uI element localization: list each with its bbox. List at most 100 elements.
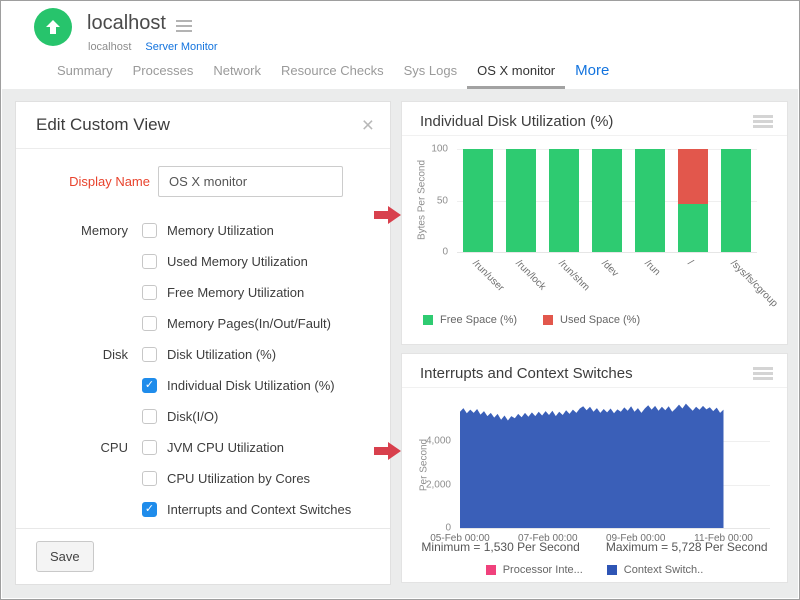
metric-label: Disk(I/O) — [167, 409, 218, 424]
unchecked-checkbox[interactable] — [142, 347, 157, 362]
card-header: Interrupts and Context Switches — [402, 354, 787, 388]
stacked-bar[interactable] — [592, 149, 622, 252]
y-tick-label: 4,000 — [426, 436, 451, 447]
legend-label: Context Switch.. — [624, 564, 703, 576]
legend-label: Processor Inte... — [503, 564, 583, 576]
y-tick-label: 2,000 — [426, 479, 451, 490]
metric-row: Used Memory Utilization — [16, 252, 390, 270]
metric-row: Disk(I/O) — [16, 407, 390, 425]
monitor-status-avatar — [34, 8, 72, 46]
tab-network[interactable]: Network — [203, 59, 271, 86]
chart-menu-icon[interactable] — [753, 115, 773, 128]
panel-title: Edit Custom View — [36, 115, 170, 135]
area-series — [460, 402, 770, 528]
more-link[interactable]: More — [565, 59, 615, 87]
disk-utilization-card: Individual Disk Utilization (%) Bytes Pe… — [401, 101, 788, 345]
stacked-bar[interactable] — [549, 149, 579, 252]
save-button[interactable]: Save — [36, 541, 94, 572]
metric-label: Free Memory Utilization — [167, 285, 304, 300]
legend-item[interactable]: Used Space (%) — [543, 314, 640, 326]
group-label: CPU — [16, 440, 128, 455]
metric-label: JVM CPU Utilization — [167, 440, 284, 455]
metric-label: Disk Utilization (%) — [167, 347, 276, 362]
title-menu-icon[interactable] — [176, 20, 192, 32]
breadcrumb: localhostServer Monitor — [88, 41, 218, 53]
metric-row: Disk Disk Utilization (%) — [16, 345, 390, 363]
card-header: Individual Disk Utilization (%) — [402, 102, 787, 136]
unchecked-checkbox[interactable] — [142, 471, 157, 486]
x-tick-label: /run/lock — [514, 258, 549, 293]
metric-label: Used Memory Utilization — [167, 254, 308, 269]
free-space-segment — [721, 149, 751, 252]
tab-processes[interactable]: Processes — [123, 59, 204, 86]
tab-os-x-monitor[interactable]: OS X monitor — [467, 59, 565, 89]
legend-swatch — [543, 315, 553, 325]
display-name-input[interactable] — [158, 166, 343, 197]
free-space-segment — [506, 149, 536, 252]
maximum-value-text: Maximum = 5,728 Per Second — [606, 540, 768, 554]
legend-label: Free Space (%) — [440, 314, 517, 326]
legend-swatch — [423, 315, 433, 325]
legend-swatch — [607, 565, 617, 575]
unchecked-checkbox[interactable] — [142, 316, 157, 331]
x-tick-label: /run/shm — [556, 258, 591, 293]
free-space-segment — [635, 149, 665, 252]
chart-stats: Minimum = 1,530 Per Second Maximum = 5,7… — [402, 540, 787, 554]
metric-label: Interrupts and Context Switches — [167, 502, 351, 517]
panel-header: Edit Custom View × — [16, 102, 390, 149]
area-chart-plot: 02,0004,00005-Feb 00:0007-Feb 00:0009-Fe… — [460, 402, 770, 528]
metric-row: CPU Utilization by Cores — [16, 469, 390, 487]
metric-checkbox-list: MemoryMemory UtilizationUsed Memory Util… — [16, 221, 390, 518]
tab-summary[interactable]: Summary — [47, 59, 123, 86]
free-space-segment — [592, 149, 622, 252]
unchecked-checkbox[interactable] — [142, 223, 157, 238]
page-title: localhost — [87, 12, 166, 35]
unchecked-checkbox[interactable] — [142, 440, 157, 455]
breadcrumb-server-monitor-link[interactable]: Server Monitor — [145, 41, 217, 53]
metric-row: Memory Pages(In/Out/Fault) — [16, 314, 390, 332]
stacked-bar[interactable] — [506, 149, 536, 252]
stacked-bar[interactable] — [463, 149, 493, 252]
checked-checkbox[interactable] — [142, 378, 157, 393]
used-space-segment — [678, 149, 708, 204]
tab-sys-logs[interactable]: Sys Logs — [394, 59, 467, 86]
legend-item[interactable]: Free Space (%) — [423, 314, 517, 326]
y-tick-label: 100 — [431, 144, 448, 155]
metric-row: Individual Disk Utilization (%) — [16, 376, 390, 394]
unchecked-checkbox[interactable] — [142, 254, 157, 269]
legend-item[interactable]: Processor Inte... — [486, 564, 583, 576]
x-tick-label: / — [685, 258, 695, 268]
x-axis-line — [457, 252, 757, 253]
tab-resource-checks[interactable]: Resource Checks — [271, 59, 394, 86]
bar-chart-plot: 050100/run/user/run/lock/run/shm/dev/run… — [457, 149, 757, 252]
chart-legend: Processor Inte... Context Switch.. — [402, 564, 787, 576]
legend-swatch — [486, 565, 496, 575]
legend-label: Used Space (%) — [560, 314, 640, 326]
content-area: Edit Custom View × Display Name MemoryMe… — [2, 89, 798, 598]
display-name-row: Display Name — [16, 166, 390, 197]
panel-footer: Save — [16, 528, 390, 584]
chart-menu-icon[interactable] — [753, 367, 773, 380]
x-axis-line — [460, 528, 770, 529]
close-icon[interactable]: × — [362, 115, 374, 136]
metric-row: Free Memory Utilization — [16, 283, 390, 301]
legend-item[interactable]: Context Switch.. — [607, 564, 703, 576]
group-label: Disk — [16, 347, 128, 362]
unchecked-checkbox[interactable] — [142, 285, 157, 300]
unchecked-checkbox[interactable] — [142, 409, 157, 424]
free-space-segment — [549, 149, 579, 252]
checked-checkbox[interactable] — [142, 502, 157, 517]
stacked-bar[interactable] — [721, 149, 751, 252]
y-axis-label: Bytes Per Second — [417, 160, 428, 240]
stacked-bar[interactable] — [678, 149, 708, 252]
edit-custom-view-panel: Edit Custom View × Display Name MemoryMe… — [15, 101, 391, 585]
app-window: localhost localhostServer Monitor Summar… — [0, 0, 800, 600]
group-label: Memory — [16, 223, 128, 238]
red-arrow-icon — [374, 206, 401, 224]
stacked-bar[interactable] — [635, 149, 665, 252]
metric-label: CPU Utilization by Cores — [167, 471, 310, 486]
panel-body: Display Name MemoryMemory UtilizationUse… — [16, 149, 390, 528]
minimum-value-text: Minimum = 1,530 Per Second — [421, 540, 579, 554]
y-tick-label: 0 — [445, 523, 451, 534]
chart-legend: Free Space (%) Used Space (%) — [423, 314, 640, 326]
